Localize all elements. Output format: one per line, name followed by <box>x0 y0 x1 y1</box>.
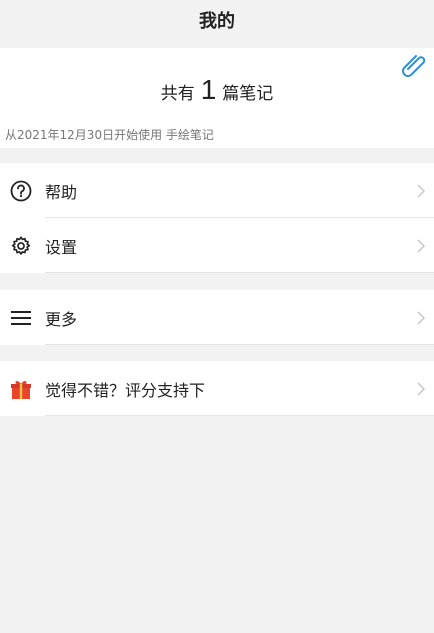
chevron-right-icon <box>417 381 426 396</box>
page-title: 我的 <box>199 11 235 32</box>
menu-item-more[interactable]: 更多 <box>0 290 434 345</box>
menu-group-general: 帮助 设置 <box>0 163 434 273</box>
menu-item-settings-label: 设置 <box>45 237 78 257</box>
gear-icon <box>10 235 32 257</box>
page-header: 我的 <box>0 0 434 40</box>
note-count: 共有 1 篇笔记 <box>0 74 434 106</box>
menu-group-more: 更多 <box>0 290 434 345</box>
menu-lines-icon <box>10 307 32 329</box>
note-count-number: 1 <box>200 74 217 105</box>
chevron-right-icon <box>417 183 426 198</box>
menu-item-rate-label: 觉得不错？评分支持下 <box>45 380 206 400</box>
menu-item-settings[interactable]: 设置 <box>0 218 434 273</box>
chevron-right-icon <box>417 310 426 325</box>
divider <box>45 344 434 345</box>
divider <box>45 272 434 273</box>
chevron-right-icon <box>417 238 426 253</box>
menu-item-rate[interactable]: 觉得不错？评分支持下 <box>0 361 434 416</box>
menu-item-more-label: 更多 <box>45 309 78 329</box>
menu-group-rate: 觉得不错？评分支持下 <box>0 361 434 416</box>
note-count-suffix: 篇笔记 <box>222 84 274 104</box>
help-icon <box>10 180 32 202</box>
usage-since-text: 从2021年12月30日开始使用 手绘笔记 <box>5 128 214 142</box>
divider <box>45 415 434 416</box>
notes-summary-card: 共有 1 篇笔记 从2021年12月30日开始使用 手绘笔记 <box>0 48 434 148</box>
gift-icon <box>10 378 32 400</box>
note-count-prefix: 共有 <box>160 84 195 104</box>
menu-item-help-label: 帮助 <box>45 182 78 202</box>
menu-item-help[interactable]: 帮助 <box>0 163 434 218</box>
